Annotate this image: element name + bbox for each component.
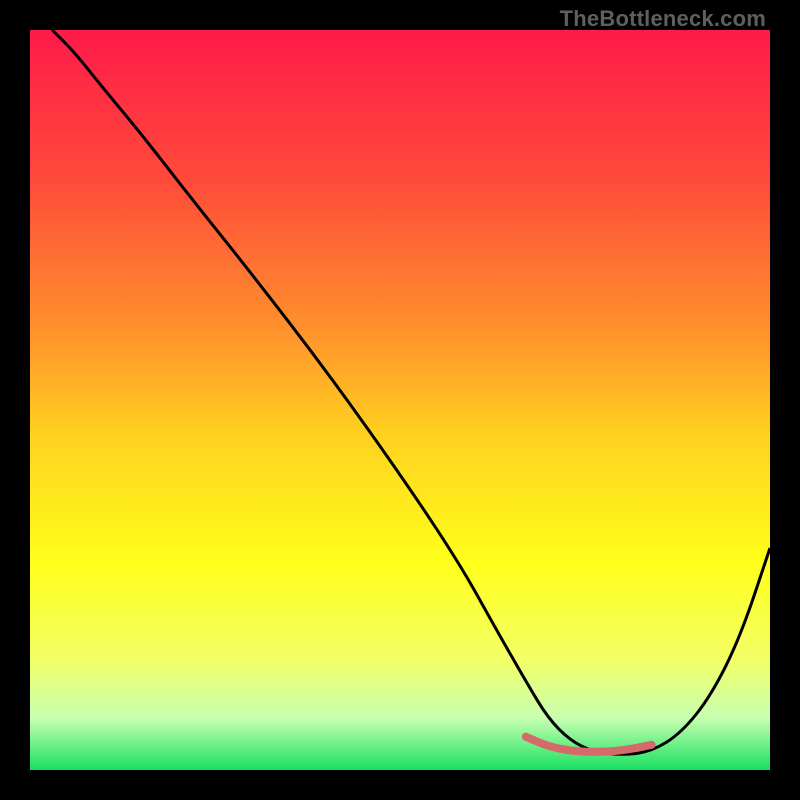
chart-svg <box>30 30 770 770</box>
chart-frame <box>30 30 770 770</box>
gradient-background <box>30 30 770 770</box>
watermark-text: TheBottleneck.com <box>560 6 766 32</box>
